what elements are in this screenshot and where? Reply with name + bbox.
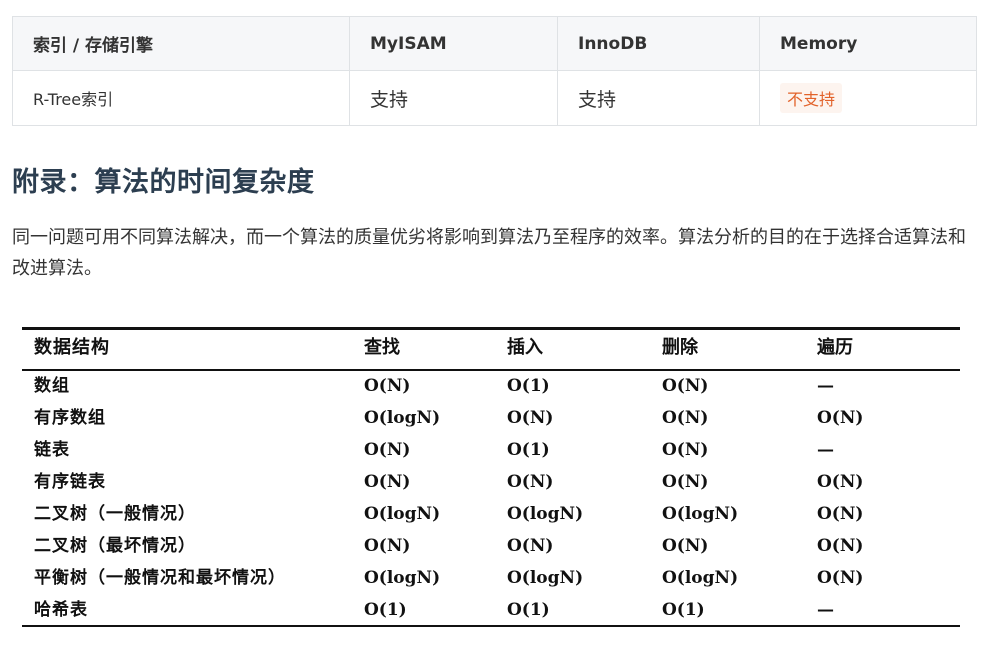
insert-complexity: O(logN) [507, 504, 584, 524]
table-row: 平衡树（一般情况和最坏情况） O(logN) O(logN) O(logN) O(N) [22, 563, 962, 593]
insert-complexity: O(N) [507, 408, 554, 428]
structure-name: 有序数组 [34, 408, 106, 428]
insert-complexity: O(logN) [507, 568, 584, 588]
row-label-rtree: R-Tree索引 [12, 70, 350, 126]
top-rule [22, 327, 960, 330]
insert-complexity: O(1) [507, 440, 550, 460]
delete-complexity: O(N) [662, 408, 709, 428]
complexity-header-row: 数据结构 查找 插入 删除 遍历 [22, 333, 962, 363]
traverse-complexity: — [817, 376, 834, 396]
table-row: 二叉树（最坏情况） O(N) O(N) O(N) O(N) [22, 531, 962, 561]
table-row: 数组 O(N) O(1) O(N) — [22, 371, 962, 401]
cell-myisam-support: 支持 [349, 70, 558, 126]
search-complexity: O(N) [364, 472, 411, 492]
header-data-structure: 数据结构 [34, 337, 110, 358]
traverse-complexity: O(N) [817, 504, 864, 524]
traverse-complexity: O(N) [817, 472, 864, 492]
delete-complexity: O(N) [662, 440, 709, 460]
appendix-heading: 附录：算法的时间复杂度 [12, 167, 315, 198]
structure-name: 二叉树（一般情况） [34, 504, 196, 524]
search-complexity: O(logN) [364, 568, 441, 588]
table-row: 有序数组 O(logN) O(N) O(N) O(N) [22, 403, 962, 433]
header-traverse: 遍历 [817, 337, 853, 358]
cell-innodb-support: 支持 [557, 70, 760, 126]
structure-name: 平衡树（一般情况和最坏情况） [34, 568, 286, 588]
header-myisam: MyISAM [349, 16, 558, 71]
search-complexity: O(1) [364, 600, 407, 620]
cell-memory-support: 不支持 [759, 70, 977, 126]
header-delete: 删除 [662, 337, 698, 358]
table-row: 有序链表 O(N) O(N) O(N) O(N) [22, 467, 962, 497]
header-index-engine: 索引 / 存储引擎 [12, 16, 350, 71]
complexity-table-image: 数据结构 查找 插入 删除 遍历 数组 O(N) O(1) O(N) — 有序数组 O(lo… [22, 327, 962, 629]
delete-complexity: O(1) [662, 600, 705, 620]
bottom-rule [22, 625, 960, 627]
search-complexity: O(logN) [364, 504, 441, 524]
structure-name: 哈希表 [34, 600, 88, 620]
search-complexity: O(N) [364, 536, 411, 556]
delete-complexity: O(N) [662, 376, 709, 396]
search-complexity: O(N) [364, 440, 411, 460]
delete-complexity: O(N) [662, 472, 709, 492]
engine-table: 索引 / 存储引擎 MyISAM InnoDB Memory R-Tree索引 … [12, 16, 977, 126]
insert-complexity: O(N) [507, 472, 554, 492]
header-innodb: InnoDB [557, 16, 760, 71]
traverse-complexity: — [817, 440, 834, 460]
traverse-complexity: O(N) [817, 536, 864, 556]
header-insert: 插入 [507, 337, 543, 358]
structure-name: 链表 [34, 440, 70, 460]
structure-name: 数组 [34, 376, 70, 396]
table-row: 链表 O(N) O(1) O(N) — [22, 435, 962, 465]
table-row: 二叉树（一般情况） O(logN) O(logN) O(logN) O(N) [22, 499, 962, 529]
appendix-paragraph: 同一问题可用不同算法解决，而一个算法的质量优劣将影响到算法乃至程序的效率。算法分… [12, 227, 966, 279]
delete-complexity: O(logN) [662, 504, 739, 524]
traverse-complexity: O(N) [817, 408, 864, 428]
unsupported-badge: 不支持 [780, 83, 843, 113]
delete-complexity: O(N) [662, 536, 709, 556]
table-row: 哈希表 O(1) O(1) O(1) — [22, 595, 962, 625]
traverse-complexity: — [817, 600, 834, 620]
traverse-complexity: O(N) [817, 568, 864, 588]
insert-complexity: O(1) [507, 376, 550, 396]
insert-complexity: O(N) [507, 536, 554, 556]
search-complexity: O(N) [364, 376, 411, 396]
delete-complexity: O(logN) [662, 568, 739, 588]
structure-name: 有序链表 [34, 472, 106, 492]
structure-name: 二叉树（最坏情况） [34, 536, 196, 556]
search-complexity: O(logN) [364, 408, 441, 428]
header-search: 查找 [364, 337, 400, 358]
table-row: R-Tree索引 支持 支持 不支持 [12, 70, 977, 126]
insert-complexity: O(1) [507, 600, 550, 620]
engine-table-header-row: 索引 / 存储引擎 MyISAM InnoDB Memory [12, 16, 977, 71]
header-memory: Memory [759, 16, 977, 71]
